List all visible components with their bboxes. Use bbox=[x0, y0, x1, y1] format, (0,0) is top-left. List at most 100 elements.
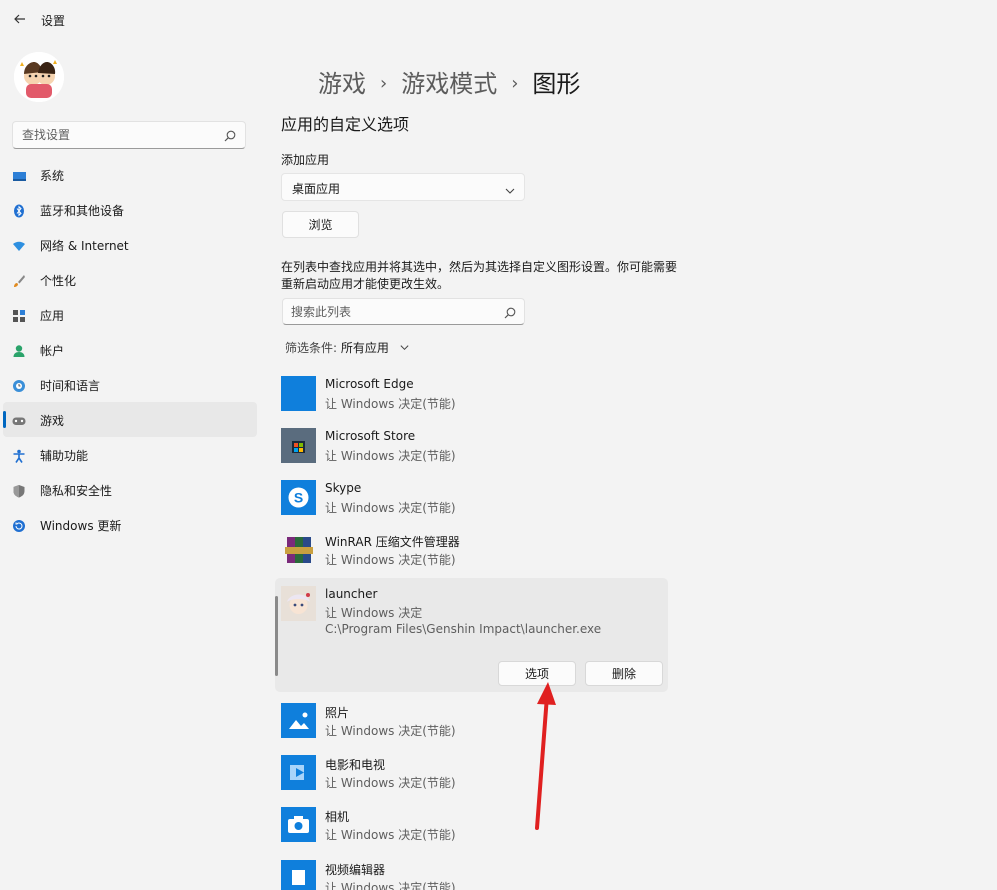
sidebar-item-label: 游戏 bbox=[40, 414, 65, 428]
breadcrumb: 游戏 › 游戏模式 › 图形 bbox=[318, 64, 580, 99]
sidebar-item-bluetooth[interactable]: 蓝牙和其他设备 bbox=[3, 192, 257, 227]
edge-icon bbox=[281, 376, 316, 411]
app-type-selected: 桌面应用 bbox=[292, 182, 341, 196]
sidebar-item-personalization[interactable]: 个性化 bbox=[3, 262, 257, 297]
back-arrow-icon[interactable] bbox=[12, 11, 28, 27]
sidebar-item-label: 时间和语言 bbox=[40, 379, 101, 393]
sidebar-item-gaming[interactable]: 游戏 bbox=[3, 402, 257, 437]
app-row-skype[interactable]: S Skype 让 Windows 决定(节能) bbox=[281, 480, 671, 530]
sidebar-item-label: 网络 & Internet bbox=[40, 239, 129, 253]
winrar-icon bbox=[281, 532, 316, 567]
globe-clock-icon bbox=[12, 378, 26, 392]
update-icon bbox=[12, 518, 26, 532]
store-icon bbox=[281, 428, 316, 463]
bluetooth-icon bbox=[12, 203, 26, 218]
sidebar-item-label: 帐户 bbox=[40, 344, 65, 358]
delete-button[interactable]: 删除 bbox=[585, 661, 663, 686]
filter-label: 筛选条件: bbox=[285, 341, 338, 355]
breadcrumb-separator: › bbox=[380, 73, 388, 94]
gamepad-icon bbox=[12, 413, 26, 427]
breadcrumb-game-mode[interactable]: 游戏模式 bbox=[401, 70, 497, 98]
breadcrumb-graphics: 图形 bbox=[532, 70, 581, 98]
app-type-dropdown[interactable]: 桌面应用 bbox=[281, 173, 525, 201]
sidebar-nav: 系统 蓝牙和其他设备 网络 & Internet 个性化 应用 帐户 时间和语言… bbox=[3, 157, 257, 542]
app-row-camera[interactable]: 相机 让 Windows 决定(节能) bbox=[281, 807, 671, 857]
app-status: 让 Windows 决定(节能) bbox=[325, 449, 456, 463]
system-icon bbox=[12, 168, 26, 182]
app-status: 让 Windows 决定(节能) bbox=[325, 724, 456, 738]
settings-search-input[interactable] bbox=[22, 128, 212, 142]
app-status: 让 Windows 决定 bbox=[325, 606, 423, 620]
sidebar-item-label: 个性化 bbox=[40, 274, 77, 288]
app-status: 让 Windows 决定(节能) bbox=[325, 397, 456, 411]
accessibility-icon bbox=[12, 448, 26, 463]
list-search-input[interactable] bbox=[291, 305, 491, 319]
title-bar: 设置 bbox=[0, 0, 997, 40]
app-row-movies-tv[interactable]: 电影和电视 让 Windows 决定(节能) bbox=[281, 755, 671, 805]
app-row-video-editor[interactable]: 视频编辑器 让 Windows 决定(节能) bbox=[281, 860, 671, 890]
sidebar-item-label: 隐私和安全性 bbox=[40, 484, 113, 498]
app-name: 电影和电视 bbox=[325, 758, 386, 772]
app-status: 让 Windows 决定(节能) bbox=[325, 501, 456, 515]
chevron-down-icon bbox=[399, 342, 410, 353]
sidebar-item-accessibility[interactable]: 辅助功能 bbox=[3, 437, 257, 472]
sidebar-item-network[interactable]: 网络 & Internet bbox=[3, 227, 257, 262]
app-name: Microsoft Store bbox=[325, 429, 416, 443]
app-name: WinRAR 压缩文件管理器 bbox=[325, 535, 460, 549]
sidebar-item-accounts[interactable]: 帐户 bbox=[3, 332, 257, 367]
sidebar-item-label: 辅助功能 bbox=[40, 449, 89, 463]
skype-icon: S bbox=[281, 480, 316, 515]
app-name: 相机 bbox=[325, 810, 350, 824]
app-name: Microsoft Edge bbox=[325, 377, 414, 391]
sidebar-item-label: 蓝牙和其他设备 bbox=[40, 204, 125, 218]
sidebar-item-label: Windows 更新 bbox=[40, 519, 122, 533]
apps-icon bbox=[12, 308, 26, 322]
sidebar-item-windows-update[interactable]: Windows 更新 bbox=[3, 507, 257, 542]
app-path: C:\Program Files\Genshin Impact\launcher… bbox=[325, 622, 602, 636]
avatar[interactable] bbox=[14, 52, 64, 102]
photos-icon bbox=[281, 703, 316, 738]
app-row-edge[interactable]: Microsoft Edge 让 Windows 决定(节能) bbox=[281, 376, 671, 426]
filter-value: 所有应用 bbox=[340, 341, 389, 355]
list-search-box[interactable] bbox=[282, 298, 525, 325]
add-app-label: 添加应用 bbox=[281, 153, 330, 167]
sidebar-item-apps[interactable]: 应用 bbox=[3, 297, 257, 332]
app-status: 让 Windows 决定(节能) bbox=[325, 881, 456, 890]
video-editor-icon bbox=[281, 860, 316, 890]
instructions-text: 在列表中查找应用并将其选中，然后为其选择自定义图形设置。你可能需要重新启动应用才… bbox=[281, 260, 678, 291]
app-status: 让 Windows 决定(节能) bbox=[325, 553, 456, 567]
account-icon bbox=[12, 343, 26, 357]
section-title: 应用的自定义选项 bbox=[281, 115, 410, 134]
app-row-winrar[interactable]: WinRAR 压缩文件管理器 让 Windows 决定(节能) bbox=[281, 532, 671, 582]
sidebar-item-time-language[interactable]: 时间和语言 bbox=[3, 367, 257, 402]
movies-icon bbox=[281, 755, 316, 790]
settings-search-box[interactable] bbox=[12, 121, 246, 149]
search-icon[interactable] bbox=[223, 128, 237, 142]
sidebar-item-system[interactable]: 系统 bbox=[3, 157, 257, 192]
camera-icon bbox=[281, 807, 316, 842]
window-title: 设置 bbox=[41, 14, 66, 28]
brush-icon bbox=[12, 273, 26, 287]
app-row-launcher-expanded[interactable]: launcher 让 Windows 决定 C:\Program Files\G… bbox=[275, 578, 668, 692]
launcher-icon bbox=[281, 586, 316, 621]
svg-text:S: S bbox=[294, 490, 303, 506]
app-row-photos[interactable]: 照片 让 Windows 决定(节能) bbox=[281, 703, 671, 753]
app-row-store[interactable]: Microsoft Store 让 Windows 决定(节能) bbox=[281, 428, 671, 478]
breadcrumb-gaming[interactable]: 游戏 bbox=[318, 70, 366, 98]
filter-control[interactable]: 筛选条件: 所有应用 bbox=[285, 339, 410, 356]
wifi-icon bbox=[12, 238, 26, 252]
chevron-down-icon bbox=[504, 182, 516, 194]
sidebar-item-privacy[interactable]: 隐私和安全性 bbox=[3, 472, 257, 507]
app-status: 让 Windows 决定(节能) bbox=[325, 776, 456, 790]
app-status: 让 Windows 决定(节能) bbox=[325, 828, 456, 842]
breadcrumb-separator: › bbox=[511, 73, 519, 94]
app-name: Skype bbox=[325, 481, 362, 495]
browse-button[interactable]: 浏览 bbox=[282, 211, 359, 238]
app-name: 照片 bbox=[325, 706, 350, 720]
app-name: launcher bbox=[325, 587, 378, 601]
shield-icon bbox=[12, 483, 26, 498]
options-button[interactable]: 选项 bbox=[498, 661, 576, 686]
search-icon[interactable] bbox=[503, 305, 517, 319]
app-name: 视频编辑器 bbox=[325, 863, 386, 877]
sidebar-item-label: 系统 bbox=[40, 169, 65, 183]
